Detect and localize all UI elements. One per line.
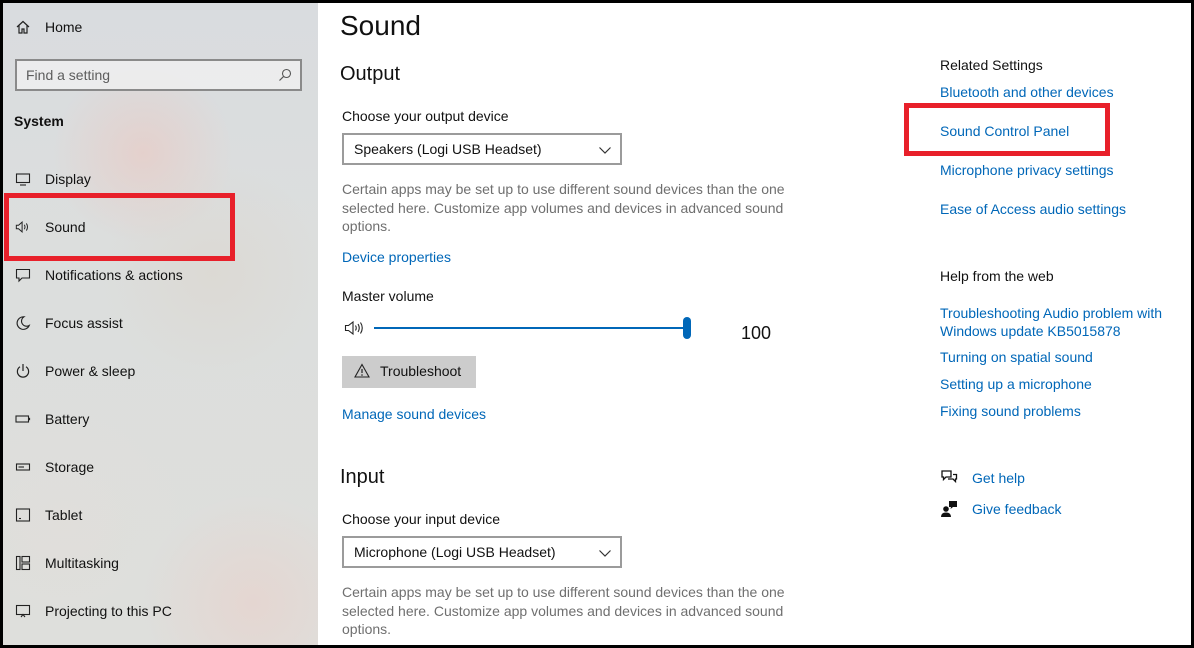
volume-slider-thumb[interactable] [683, 317, 691, 339]
related-settings-heading: Related Settings [940, 57, 1043, 73]
spatial-sound-link[interactable]: Turning on spatial sound [940, 349, 1093, 365]
page-title: Sound [340, 10, 421, 41]
volume-slider-track[interactable] [374, 327, 689, 329]
notification-icon [15, 267, 31, 283]
monitor-icon [15, 171, 31, 187]
get-help-link[interactable]: Get help [972, 470, 1025, 486]
home-icon [15, 19, 31, 35]
battery-icon [15, 411, 31, 427]
output-device-dropdown[interactable]: Speakers (Logi USB Headset) [342, 133, 622, 165]
section-label-system: System [14, 113, 64, 129]
master-volume-label: Master volume [342, 288, 434, 304]
sidebar-item-label: Projecting to this PC [45, 603, 172, 619]
sidebar-item-label: Display [45, 171, 91, 187]
bluetooth-devices-link[interactable]: Bluetooth and other devices [940, 84, 1114, 100]
sidebar-item-label: Storage [45, 459, 95, 475]
sidebar-item-battery[interactable]: Battery [3, 405, 318, 433]
volume-value: 100 [741, 323, 772, 343]
warning-icon [354, 363, 370, 379]
chevron-down-icon [598, 546, 612, 558]
sidebar-item-label: Tablet [45, 507, 83, 523]
search-input[interactable]: Find a setting [15, 59, 302, 91]
sidebar-item-storage[interactable]: Storage [3, 453, 318, 481]
troubleshoot-label: Troubleshoot [380, 363, 462, 379]
output-device-value: Speakers (Logi USB Headset) [354, 141, 542, 157]
output-description: Certain apps may be set up to use differ… [342, 181, 785, 234]
main-content: Sound Output Choose your output device S… [318, 3, 1191, 645]
multitasking-icon [15, 555, 31, 571]
home-label: Home [45, 19, 83, 35]
power-icon [15, 363, 31, 379]
sidebar-item-power-sleep[interactable]: Power & sleep [3, 357, 318, 385]
help-web-heading: Help from the web [940, 268, 1054, 284]
input-device-dropdown[interactable]: Microphone (Logi USB Headset) [342, 536, 622, 568]
setting-up-microphone-link[interactable]: Setting up a microphone [940, 376, 1092, 392]
sidebar-item-multitasking[interactable]: Multitasking [3, 549, 318, 577]
input-heading: Input [340, 466, 385, 488]
settings-window: Home Find a setting System Display Sound [3, 3, 1191, 645]
troubleshooting-audio-line1: Troubleshooting Audio problem with [940, 305, 1163, 321]
sidebar-item-projecting[interactable]: Projecting to this PC [3, 597, 318, 625]
troubleshooting-audio-link[interactable]: Troubleshooting Audio problem with Windo… [940, 304, 1162, 340]
output-device-label: Choose your output device [342, 108, 509, 124]
manage-sound-devices-link[interactable]: Manage sound devices [342, 406, 486, 422]
search-placeholder: Find a setting [26, 67, 111, 83]
sidebar-item-label: Multitasking [45, 555, 119, 571]
sidebar-item-tablet[interactable]: Tablet [3, 501, 318, 529]
troubleshoot-button[interactable]: Troubleshoot [342, 356, 476, 388]
moon-icon [15, 315, 31, 331]
sidebar-item-focus-assist[interactable]: Focus assist [3, 309, 318, 337]
get-help-icon [940, 469, 958, 487]
troubleshooting-audio-line2: Windows update KB5015878 [940, 323, 1121, 339]
tablet-icon [15, 507, 31, 523]
home-nav-item[interactable]: Home [3, 13, 318, 41]
search-icon [278, 68, 292, 82]
device-properties-link[interactable]: Device properties [342, 249, 451, 265]
ease-of-access-audio-link[interactable]: Ease of Access audio settings [940, 201, 1126, 217]
sound-highlight-box [4, 193, 235, 261]
sidebar: Home Find a setting System Display Sound [3, 3, 318, 645]
microphone-privacy-link[interactable]: Microphone privacy settings [940, 162, 1114, 178]
sidebar-item-notifications[interactable]: Notifications & actions [3, 261, 318, 289]
chevron-down-icon [598, 143, 612, 155]
output-heading: Output [340, 63, 401, 85]
input-device-label: Choose your input device [342, 511, 500, 527]
input-description: Certain apps may be set up to use differ… [342, 584, 785, 637]
give-feedback-link[interactable]: Give feedback [972, 501, 1062, 517]
feedback-icon [940, 500, 958, 518]
input-device-value: Microphone (Logi USB Headset) [354, 544, 556, 560]
sidebar-item-label: Power & sleep [45, 363, 136, 379]
sidebar-item-display[interactable]: Display [3, 165, 318, 193]
projector-icon [15, 603, 31, 619]
control-panel-highlight-box [904, 103, 1110, 156]
sidebar-item-label: Focus assist [45, 315, 123, 331]
sidebar-item-label: Notifications & actions [45, 267, 183, 283]
sidebar-item-label: Battery [45, 411, 90, 427]
fixing-sound-link[interactable]: Fixing sound problems [940, 403, 1081, 419]
volume-speaker-icon[interactable] [344, 320, 366, 336]
storage-icon [15, 459, 31, 475]
